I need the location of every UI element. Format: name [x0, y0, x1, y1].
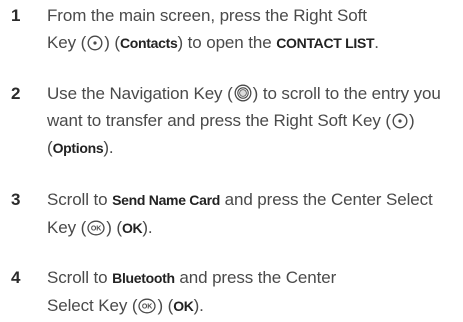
softkey-label-options: Options — [52, 140, 104, 156]
svg-text:OK: OK — [91, 226, 101, 233]
menu-item-send-name-card: Send Name Card — [112, 192, 220, 208]
step-number: 4 — [11, 268, 21, 287]
svg-text:OK: OK — [142, 304, 152, 311]
ok-key-icon: OK — [138, 298, 157, 314]
menu-item-bluetooth: Bluetooth — [112, 270, 175, 286]
navigation-key-icon — [234, 84, 252, 102]
step-text: From the main screen, press the Right So… — [47, 6, 379, 52]
soft-key-icon — [392, 113, 408, 129]
ok-key-icon: OK — [87, 220, 105, 236]
step-number: 2 — [11, 84, 21, 103]
step-text: Scroll to Send Name Card and press the C… — [47, 190, 433, 237]
step-text: Scroll to Bluetooth and press the Center… — [47, 268, 337, 315]
softkey-label-ok: OK — [173, 298, 194, 314]
step-number: 3 — [11, 190, 21, 209]
screen-name-contact-list: CONTACT LIST — [276, 35, 375, 51]
step-number: 1 — [11, 6, 21, 25]
softkey-label-contacts: Contacts — [119, 35, 178, 51]
step-text: Use the Navigation Key () to scroll to t… — [47, 84, 441, 157]
softkey-label-ok: OK — [121, 220, 143, 236]
soft-key-icon — [87, 35, 103, 51]
